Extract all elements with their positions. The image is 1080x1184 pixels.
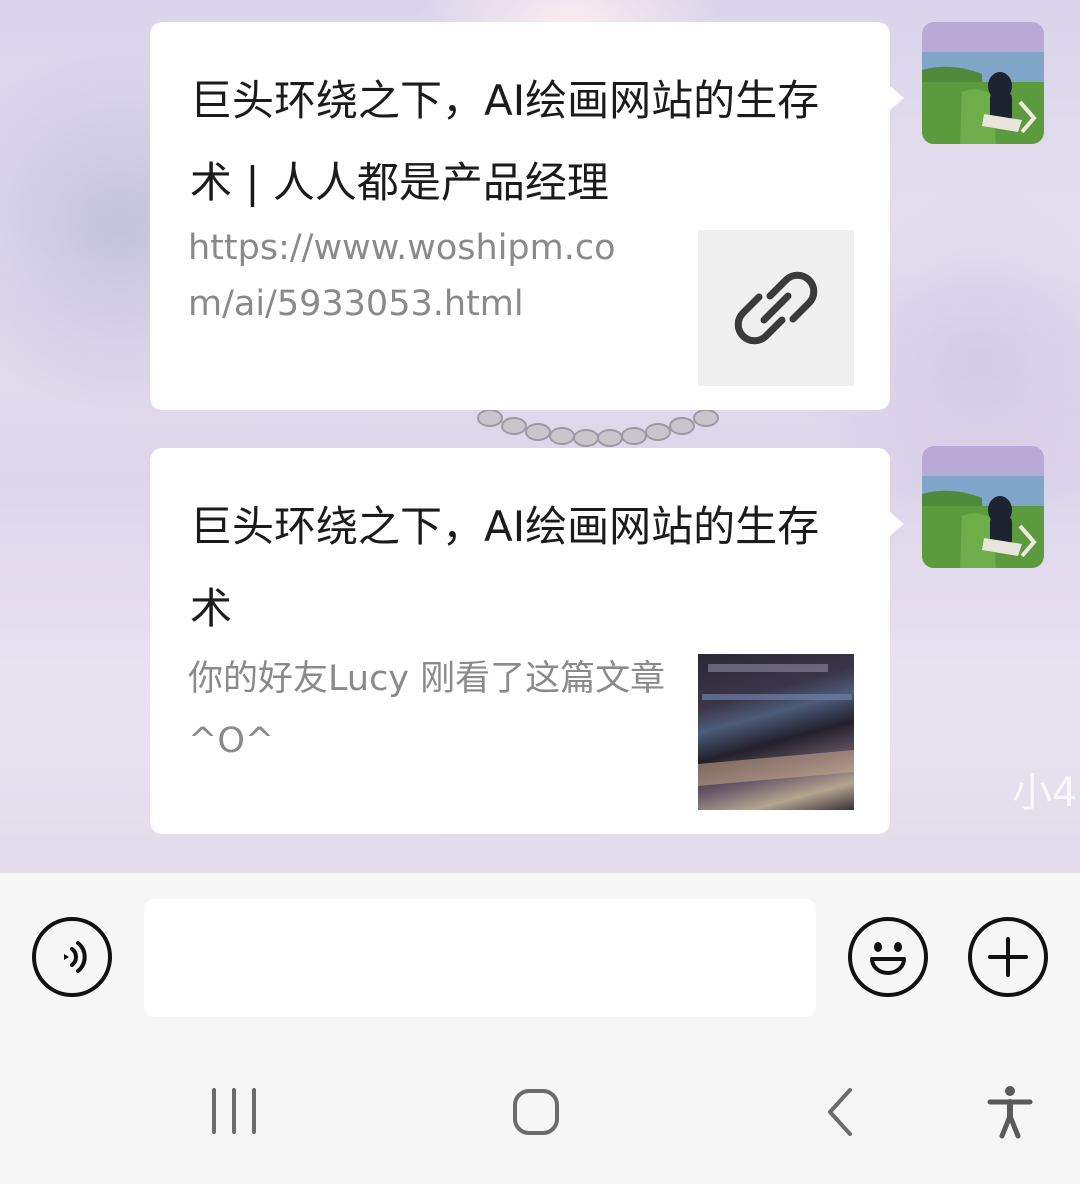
home-button[interactable] xyxy=(506,1082,566,1142)
link-thumbnail xyxy=(698,230,854,386)
voice-icon xyxy=(64,941,87,973)
emoji-button[interactable] xyxy=(848,917,928,997)
message-input[interactable] xyxy=(144,899,816,1017)
back-button[interactable] xyxy=(810,1082,870,1142)
accessibility-icon xyxy=(987,1086,1033,1139)
home-icon xyxy=(513,1089,559,1135)
message-title: 巨头环绕之下，AI绘画网站的生存术 | 人人都是产品经理 xyxy=(190,76,820,207)
message-title: 巨头环绕之下，AI绘画网站的生存术 xyxy=(190,502,820,633)
link-icon xyxy=(734,271,818,345)
article-image xyxy=(698,664,854,786)
plus-button[interactable] xyxy=(968,917,1048,997)
input-bar xyxy=(0,872,1080,1043)
voice-button[interactable] xyxy=(32,917,112,997)
accessibility-button[interactable] xyxy=(980,1082,1040,1142)
article-message-card[interactable]: 巨头环绕之下，AI绘画网站的生存术 你的好友Lucy 刚看了这篇文章^O^ xyxy=(150,448,904,834)
message-description: 你的好友Lucy 刚看了这篇文章^O^ xyxy=(188,659,666,761)
plus-icon xyxy=(988,937,1028,977)
system-nav-bar xyxy=(0,1042,1080,1184)
background-necklace xyxy=(477,409,719,447)
recent-apps-button[interactable] xyxy=(204,1082,264,1142)
message-url: https://www.woshipm.com/ai/5933053.html xyxy=(188,228,616,324)
recent-apps-icon xyxy=(212,1088,256,1134)
emoji-icon xyxy=(870,942,906,975)
article-thumbnail xyxy=(698,654,854,810)
back-icon xyxy=(828,1088,852,1136)
sender-avatar[interactable] xyxy=(922,446,1044,568)
background-watermark: 小4 xyxy=(1012,770,1078,816)
sender-avatar[interactable] xyxy=(922,22,1044,144)
link-message-card[interactable]: 巨头环绕之下，AI绘画网站的生存术 | 人人都是产品经理 https://www… xyxy=(150,22,904,410)
chat-area: 小4 巨头环绕之下，AI绘画网站的生存术 | 人人都是产品经理 https://… xyxy=(0,0,1080,872)
